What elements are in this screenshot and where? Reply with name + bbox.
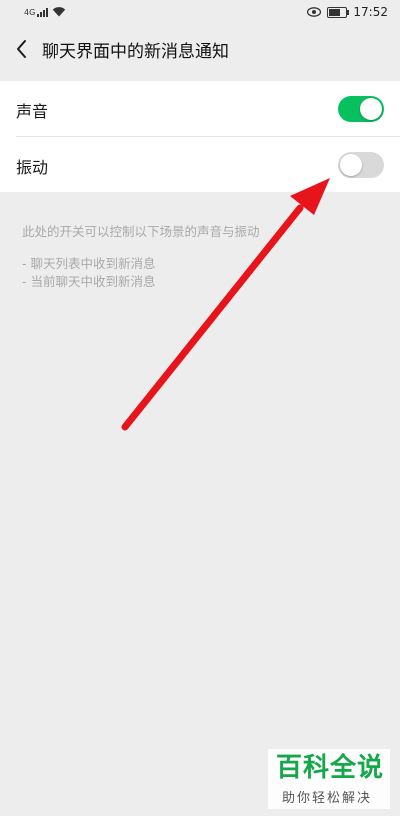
toggle-knob [360, 98, 382, 120]
page-title: 聊天界面中的新消息通知 [42, 42, 229, 62]
chevron-left-icon[interactable] [12, 36, 32, 62]
description-bullet: - 聊天列表中收到新消息 [22, 256, 156, 271]
description-bullets: - 聊天列表中收到新消息 - 当前聊天中收到新消息 [22, 255, 382, 291]
nav-bar: 聊天界面中的新消息通知 [0, 26, 400, 72]
system-status: 17:52 [307, 5, 388, 19]
description: 此处的开关可以控制以下场景的声音与振动 - 聊天列表中收到新消息 - 当前聊天中… [22, 223, 382, 291]
watermark-title: 百科全说 [276, 753, 385, 783]
toggle-knob [340, 154, 362, 176]
battery-icon [327, 6, 350, 18]
clock: 17:52 [353, 5, 388, 19]
wifi-icon [53, 7, 66, 17]
setting-row-vibration: 振动 [16, 136, 400, 192]
eye-icon [307, 7, 322, 17]
setting-label-sound: 声音 [16, 102, 49, 121]
network-type-label: 4G [24, 8, 36, 17]
description-bullet: - 当前聊天中收到新消息 [22, 274, 156, 289]
signal-icon [37, 7, 49, 17]
status-bar: 4G 17:52 [0, 0, 400, 26]
settings-list: 声音 振动 [0, 81, 400, 192]
watermark-subtitle: 助你轻松解决 [282, 791, 373, 806]
network-status: 4G [24, 6, 66, 17]
vibration-toggle[interactable] [338, 152, 384, 178]
setting-label-vibration: 振动 [16, 158, 49, 177]
description-text: 此处的开关可以控制以下场景的声音与振动 [22, 224, 260, 239]
sound-toggle[interactable] [338, 96, 384, 122]
setting-row-sound: 声音 [0, 81, 400, 136]
watermark-logo: 百科全说 助你轻松解决 [268, 749, 390, 809]
